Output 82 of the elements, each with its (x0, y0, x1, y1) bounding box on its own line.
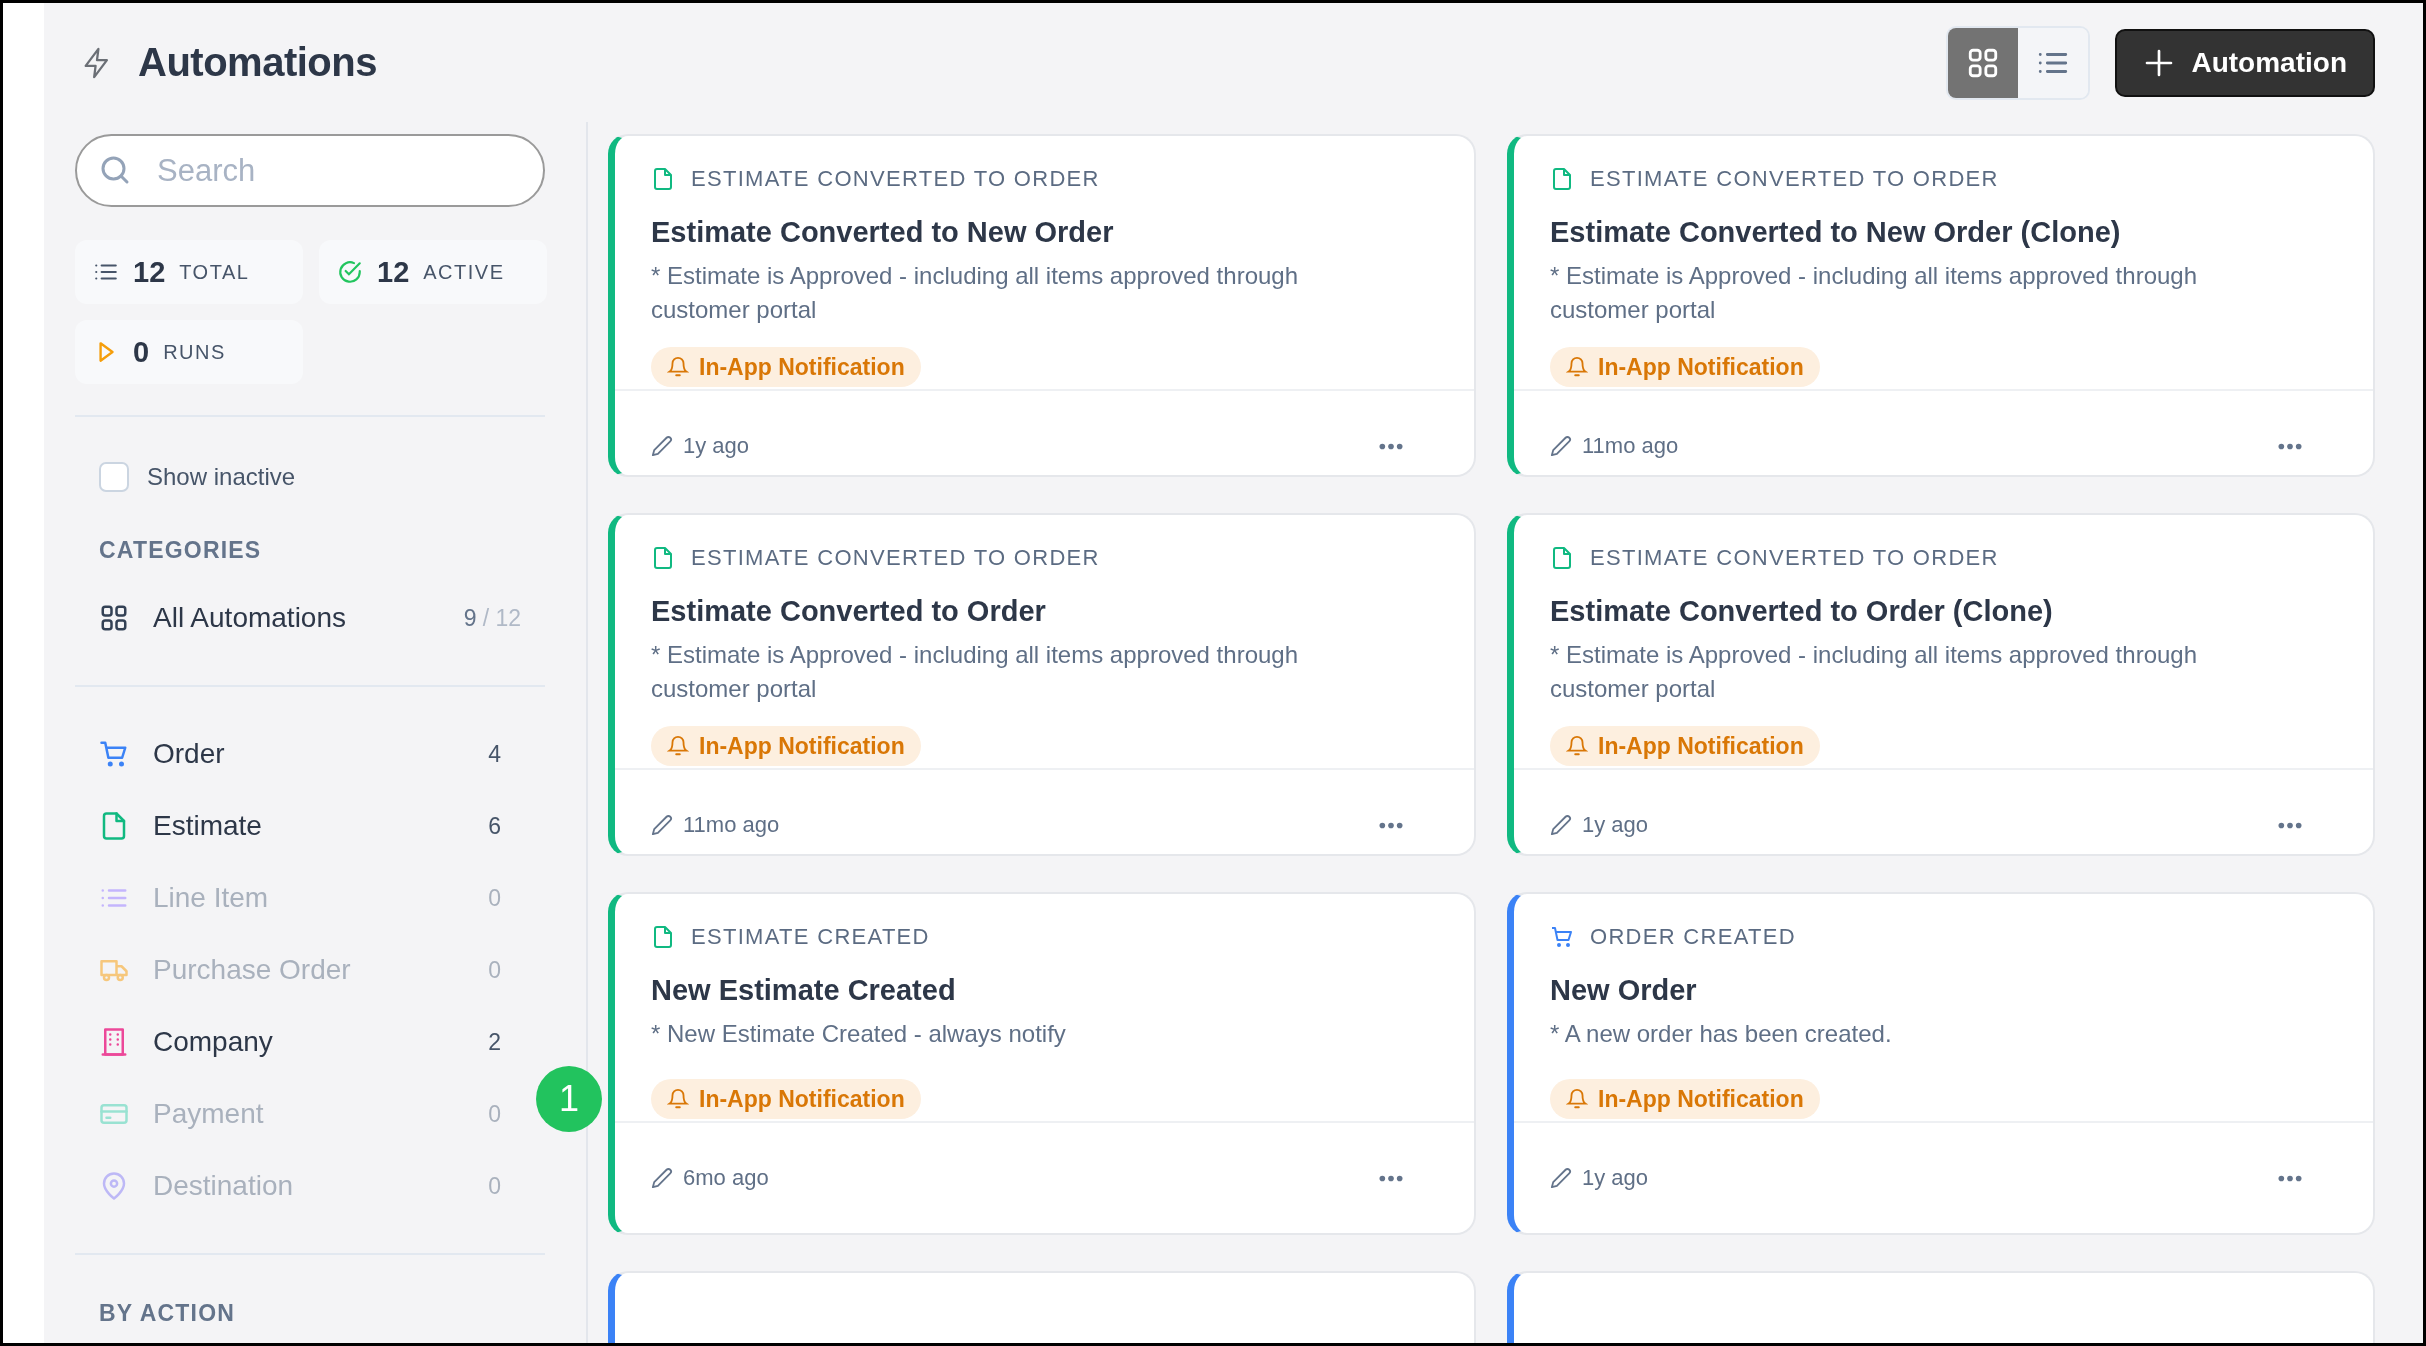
pencil-icon (651, 814, 673, 836)
trigger-label: ESTIMATE CREATED (691, 924, 930, 950)
action-tag: In-App Notification (1550, 347, 1820, 387)
automation-card[interactable]: ESTIMATE CONVERTED TO ORDER Estimate Converted to New Order (Clone) * Estimate is Approved - including all items approved through customer portal In-App Notification 11mo ago (1507, 134, 2375, 477)
grid-icon (99, 603, 129, 633)
bell-icon (667, 1088, 689, 1110)
more-icon[interactable] (2277, 820, 2303, 830)
card-title: Estimate Converted to New Order (Clone) (1549, 216, 2122, 249)
card-title: Estimate Converted to Order (Clone) (1549, 595, 2054, 628)
action-tag: In-App Notification (651, 347, 921, 387)
document-icon (1550, 545, 1574, 571)
new-automation-button[interactable]: Automation (2115, 28, 2375, 97)
card-description: * New Estimate Created - always notify (650, 1019, 1067, 1049)
edited-time: 11mo ago (683, 812, 780, 838)
bell-icon (667, 735, 689, 757)
automation-card[interactable]: ESTIMATE CONVERTED TO ORDER Estimate Converted to Order * Estimate is Approved - including all items approved through customer portal In-App Notification 11mo ago (608, 513, 1476, 856)
section-heading: CATEGORIES (99, 537, 263, 564)
stat-label: TOTAL (179, 260, 250, 284)
action-tag: In-App Notification (1550, 1079, 1820, 1119)
checkbox[interactable] (99, 462, 129, 492)
page-title: Automations (138, 40, 377, 85)
card-description: * Estimate is Approved - including all items approved through customer portal (1549, 261, 2198, 325)
automation-card[interactable]: ESTIMATE CONVERTED TO ORDER Estimate Converted to New Order * Estimate is Approved - including all items approved through customer portal In-App Notification 1y ago (608, 134, 1476, 477)
category-item[interactable]: All Automations 9 / 12 (99, 595, 545, 641)
document-icon (651, 545, 675, 571)
card-title: New Estimate Created (650, 974, 957, 1007)
card-title: New Order (1549, 974, 1698, 1007)
action-tag: In-App Notification (651, 1079, 921, 1119)
trigger-label: ESTIMATE CONVERTED TO ORDER (1590, 545, 1999, 571)
card-description: * Estimate is Approved - including all items approved through customer portal (1549, 640, 2198, 704)
automation-card[interactable]: ORDER CREATED New Order * A new order has been created. In-App Notification 1y ago (1507, 892, 2375, 1235)
search-field[interactable]: Search (75, 134, 545, 207)
document-icon (1550, 166, 1574, 192)
stat-value: 12 (377, 255, 410, 289)
pencil-icon (1550, 435, 1572, 457)
grid-view-button[interactable] (1948, 27, 2019, 98)
automation-card[interactable]: ESTIMATE CREATED New Estimate Created * New Estimate Created - always notify In-App Notification 6mo ago (608, 892, 1476, 1235)
edited-time: 1y ago (683, 433, 750, 459)
document-icon (651, 924, 675, 950)
more-icon[interactable] (1378, 820, 1404, 830)
card-title: Estimate Converted to New Order (650, 216, 1115, 249)
edited-time: 1y ago (1582, 1165, 1649, 1191)
card-title: Estimate Converted to Order (650, 595, 1047, 628)
stat-value: 12 (133, 255, 166, 289)
more-icon[interactable] (2277, 441, 2303, 451)
stat-label: RUNS (163, 340, 226, 364)
cart-icon (99, 739, 129, 769)
section-heading: BY ACTION (99, 1300, 237, 1327)
action-tag: In-App Notification (1550, 726, 1820, 766)
edited-time: 6mo ago (683, 1165, 769, 1191)
checkbox-label: Show inactive (147, 463, 296, 491)
more-icon[interactable] (1378, 441, 1404, 451)
edited-time: 11mo ago (1582, 433, 1679, 459)
pencil-icon (1550, 1167, 1572, 1189)
bell-icon (667, 356, 689, 378)
card-description: * Estimate is Approved - including all items approved through customer portal (650, 261, 1299, 325)
card-description: * A new order has been created. (1549, 1019, 1893, 1049)
stat-label: ACTIVE (423, 260, 505, 284)
bell-icon (1566, 356, 1588, 378)
category-item[interactable]: Order 4 (99, 731, 525, 777)
building-icon (99, 1027, 129, 1057)
action-tag: In-App Notification (651, 726, 921, 766)
bell-icon (1566, 1088, 1588, 1110)
more-icon[interactable] (1378, 1173, 1404, 1183)
trigger-label: ESTIMATE CONVERTED TO ORDER (1590, 166, 1999, 192)
pencil-icon (1550, 814, 1572, 836)
pencil-icon (651, 1167, 673, 1189)
card-description: * Estimate is Approved - including all items approved through customer portal (650, 640, 1299, 704)
category-item[interactable]: Estimate 6 (99, 803, 525, 849)
more-icon[interactable] (2277, 1173, 2303, 1183)
pencil-icon (651, 435, 673, 457)
category-item[interactable]: Company 2 (99, 1019, 525, 1065)
trigger-label: ESTIMATE CONVERTED TO ORDER (691, 166, 1100, 192)
bell-icon (1566, 735, 1588, 757)
trigger-label: ORDER CREATED (1590, 924, 1796, 950)
stat-value: 0 (133, 335, 150, 369)
trigger-label: ESTIMATE CONVERTED TO ORDER (691, 545, 1100, 571)
automation-card[interactable]: ESTIMATE CONVERTED TO ORDER Estimate Converted to Order (Clone) * Estimate is Approved - including all items approved through customer portal In-App Notification 1y ago (1507, 513, 2375, 856)
cart-icon (1550, 924, 1574, 950)
edited-time: 1y ago (1582, 812, 1649, 838)
document-icon (651, 166, 675, 192)
check-circle-icon (337, 259, 363, 285)
